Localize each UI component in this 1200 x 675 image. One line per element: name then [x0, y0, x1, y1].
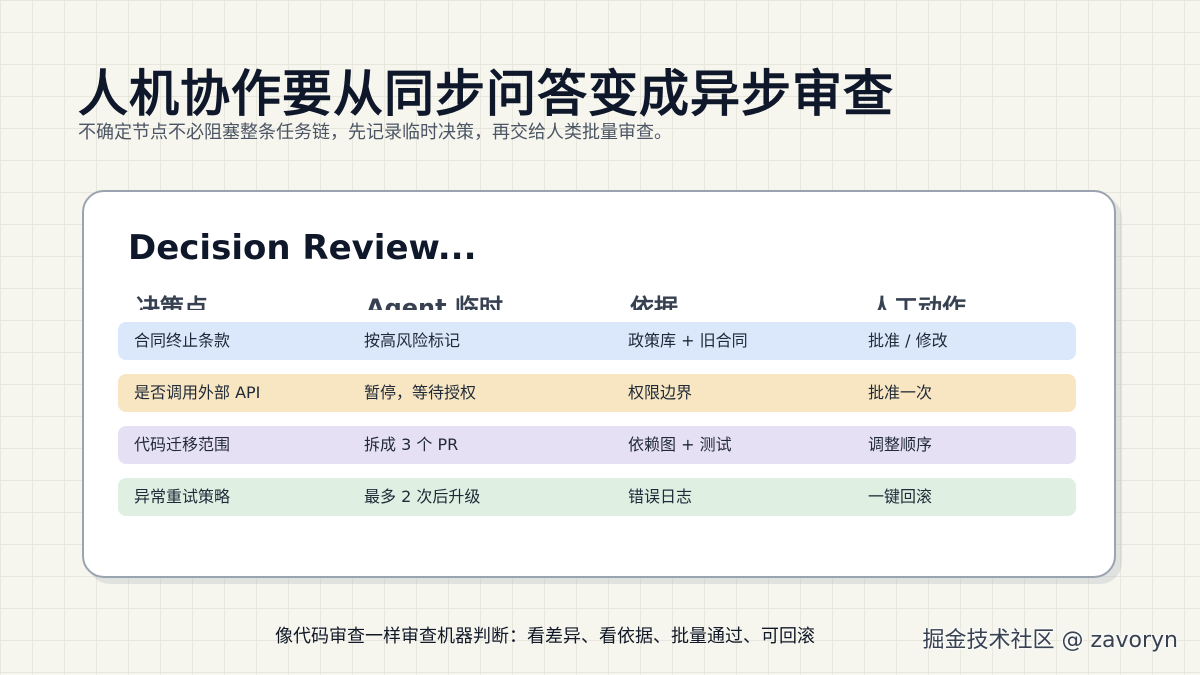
cell-decision-point: 是否调用外部 API: [134, 383, 261, 402]
decision-review-card: Decision Review... 决策点 Agent 临时... 依据 人工…: [82, 190, 1116, 578]
cell-agent-temp: 最多 2 次后升级: [364, 487, 481, 506]
cell-human-action: 调整顺序: [868, 435, 933, 454]
header-human-action: 人工动作: [870, 294, 966, 310]
card-title: Decision Review...: [128, 228, 477, 268]
page-title: 人机协作要从同步问答变成异步审查: [78, 65, 894, 123]
table-row[interactable]: 异常重试策略 最多 2 次后升级 错误日志 一键回滚: [118, 478, 1076, 516]
cell-basis: 政策库 + 旧合同: [628, 331, 748, 350]
page-subtitle: 不确定节点不必阻塞整条任务链，先记录临时决策，再交给人类批量审查。: [78, 122, 672, 143]
cell-basis: 错误日志: [628, 487, 693, 506]
cell-agent-temp: 拆成 3 个 PR: [364, 435, 459, 454]
cell-basis: 权限边界: [628, 383, 693, 402]
cell-basis: 依赖图 + 测试: [628, 435, 732, 454]
header-basis: 依据: [630, 294, 678, 310]
cell-human-action: 一键回滚: [868, 487, 933, 506]
cell-decision-point: 代码迁移范围: [134, 435, 231, 454]
table-row[interactable]: 合同终止条款 按高风险标记 政策库 + 旧合同 批准 / 修改: [118, 322, 1076, 360]
header-decision-point: 决策点: [136, 294, 208, 310]
cell-agent-temp: 暂停，等待授权: [364, 383, 477, 402]
footer-caption: 像代码审查一样审查机器判断：看差异、看依据、批量通过、可回滚: [275, 626, 815, 647]
cell-decision-point: 异常重试策略: [134, 487, 231, 506]
table-row[interactable]: 是否调用外部 API 暂停，等待授权 权限边界 批准一次: [118, 374, 1076, 412]
cell-decision-point: 合同终止条款: [134, 331, 231, 350]
cell-human-action: 批准 / 修改: [868, 331, 948, 350]
cell-human-action: 批准一次: [868, 383, 933, 402]
cell-agent-temp: 按高风险标记: [364, 331, 461, 350]
table-row[interactable]: 代码迁移范围 拆成 3 个 PR 依赖图 + 测试 调整顺序: [118, 426, 1076, 464]
table-header: 决策点 Agent 临时... 依据 人工动作: [84, 288, 1114, 310]
watermark: 掘金技术社区 @ zavoryn: [922, 628, 1178, 653]
header-agent-temp: Agent 临时...: [366, 294, 531, 310]
